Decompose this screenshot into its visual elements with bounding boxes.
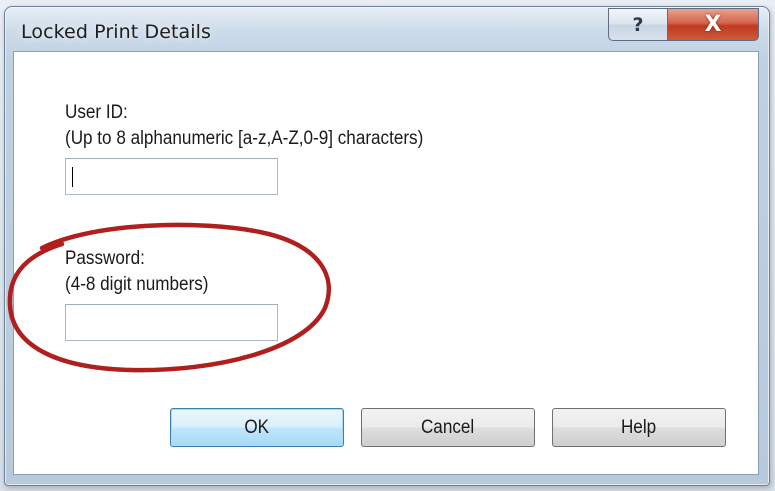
title-close-button[interactable]: X xyxy=(667,8,759,41)
title-help-button[interactable]: ? xyxy=(608,8,668,41)
cancel-button-label: Cancel xyxy=(421,416,475,438)
password-label: Password: xyxy=(65,248,145,269)
user-id-hint: (Up to 8 alphanumeric [a-z,A-Z,0-9] char… xyxy=(65,128,424,149)
text-caret xyxy=(72,167,73,187)
password-hint: (4-8 digit numbers) xyxy=(65,274,209,295)
help-button-label: Help xyxy=(621,416,657,438)
dialog-window: Locked Print Details ? X User ID: (Up to… xyxy=(4,6,770,486)
close-icon: X xyxy=(704,11,722,37)
user-id-field[interactable] xyxy=(65,158,278,195)
cancel-button[interactable]: Cancel xyxy=(361,408,535,447)
dialog-body: User ID: (Up to 8 alphanumeric [a-z,A-Z,… xyxy=(13,51,759,475)
ok-button-label: OK xyxy=(244,416,270,438)
user-id-label: User ID: xyxy=(65,102,128,123)
question-mark-icon: ? xyxy=(632,13,644,36)
password-field[interactable] xyxy=(65,304,278,341)
ok-button[interactable]: OK xyxy=(170,408,344,447)
help-button[interactable]: Help xyxy=(552,408,726,447)
window-title: Locked Print Details xyxy=(21,21,212,43)
screenshot-stage: Locked Print Details ? X User ID: (Up to… xyxy=(0,0,775,491)
